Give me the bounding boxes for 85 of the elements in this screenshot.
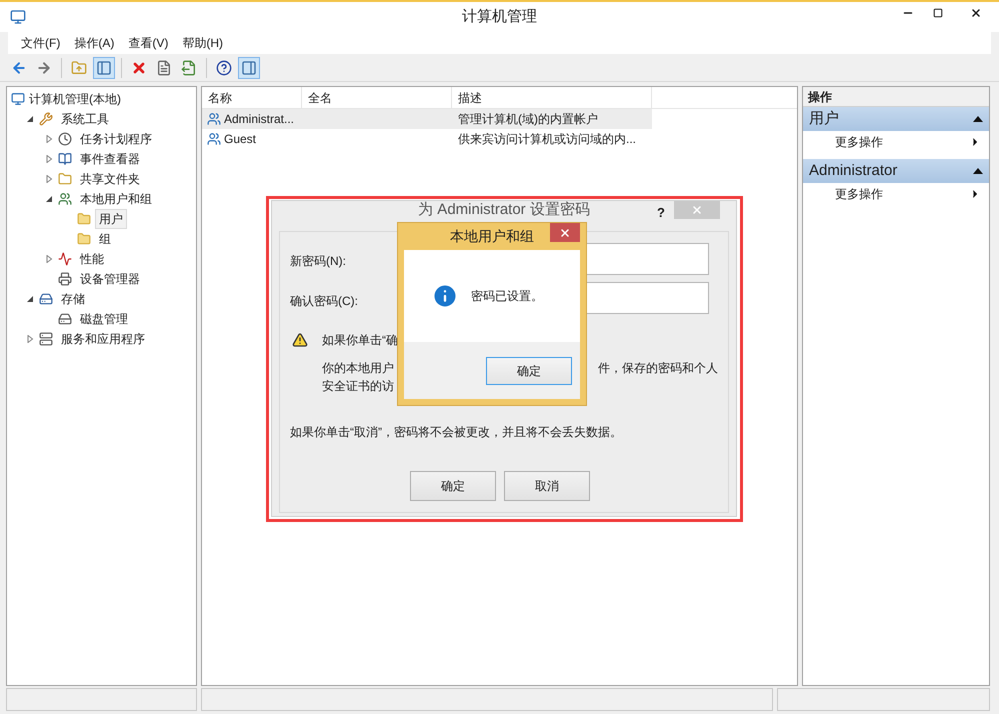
folder-icon — [77, 212, 91, 226]
user-icon — [207, 112, 221, 126]
field-label: 新密码(N): — [290, 253, 346, 270]
column-header[interactable]: 全名 — [302, 87, 452, 108]
dialog-button[interactable]: 确定 — [410, 471, 496, 501]
expanded-arrow-icon[interactable] — [26, 295, 34, 303]
message-text: 密码已设置。 — [471, 288, 543, 305]
input-field[interactable] — [586, 243, 709, 275]
close-icon — [970, 7, 982, 19]
menu-item[interactable]: 查看(V) — [123, 34, 174, 52]
input-field[interactable] — [586, 282, 709, 314]
tree-item[interactable]: 存储 — [57, 289, 89, 309]
action-item[interactable]: 更多操作 — [835, 185, 883, 203]
collapsed-arrow-icon[interactable] — [45, 135, 53, 143]
close-button[interactable] — [550, 223, 580, 242]
table-cell-text: 管理计算机(域)的内置帐户 — [457, 111, 598, 128]
folder-icon — [77, 232, 91, 246]
tree-item[interactable]: 计算机管理(本地) — [29, 90, 121, 108]
action-section-header[interactable]: 用户 — [803, 107, 989, 131]
action-item[interactable]: 更多操作 — [835, 133, 883, 151]
close-icon — [691, 204, 703, 216]
collapsed-arrow-icon[interactable] — [45, 155, 53, 163]
tree-item[interactable]: 用户 — [95, 209, 127, 229]
toolbar-button[interactable] — [238, 56, 260, 78]
field-label: 确认密码(C): — [290, 293, 358, 310]
dialog-title: 为 Administrator 设置密码 — [418, 201, 590, 219]
tree-item[interactable]: 组 — [95, 229, 115, 249]
tree-item[interactable]: 任务计划程序 — [76, 129, 156, 149]
dialog-button[interactable]: 取消 — [504, 471, 590, 501]
menu-item[interactable]: 文件(F) — [16, 34, 66, 52]
help-button[interactable]: ? — [654, 203, 668, 223]
tree-item[interactable]: 事件查看器 — [76, 149, 144, 169]
user-icon — [207, 132, 221, 146]
body-text: 安全证书的访 — [322, 378, 394, 395]
delete-icon — [131, 60, 147, 76]
collapsed-arrow-icon[interactable] — [45, 175, 53, 183]
cancel-note: 如果你单击“取消”，密码将不会被更改，并且将不会丢失数据。 — [290, 424, 622, 441]
menu-item[interactable]: 操作(A) — [69, 34, 120, 52]
panel-icon — [96, 60, 112, 76]
menu-item[interactable]: 帮助(H) — [177, 34, 228, 52]
body-text: 件，保存的密码和个人 — [598, 360, 718, 377]
computer-icon — [11, 92, 25, 106]
wrench-icon — [39, 112, 53, 126]
tree-item[interactable]: 本地用户和组 — [76, 189, 156, 209]
warning-icon — [292, 332, 308, 348]
table-cell-text: Guest — [224, 131, 256, 148]
document-icon — [156, 60, 172, 76]
table-cell-text: 供来宾访问计算机或访问域的内... — [457, 131, 636, 148]
tree-item[interactable]: 性能 — [76, 249, 108, 269]
folder-up-icon — [71, 60, 87, 76]
collapsed-arrow-icon[interactable] — [45, 255, 53, 263]
tree-item[interactable]: 共享文件夹 — [76, 169, 144, 189]
close-icon — [559, 226, 571, 238]
shared-folder-icon — [58, 172, 72, 186]
computer-icon — [10, 9, 26, 25]
help-icon — [216, 60, 232, 76]
window-title: 计算机管理 — [462, 6, 537, 27]
clock-icon — [58, 132, 72, 146]
ok-button[interactable]: 确定 — [486, 356, 572, 384]
collapsed-arrow-icon[interactable] — [26, 335, 34, 343]
tree-item[interactable]: 服务和应用程序 — [57, 329, 149, 349]
action-section-header[interactable]: Administrator — [803, 159, 989, 183]
table-cell-text: Administrat... — [224, 111, 294, 128]
server-icon — [39, 332, 53, 346]
column-header[interactable]: 描述 — [452, 87, 652, 108]
maximize-icon — [933, 8, 943, 18]
toolbar-button[interactable] — [93, 56, 115, 78]
actions-header: 操作 — [803, 87, 989, 107]
expanded-arrow-icon[interactable] — [45, 195, 53, 203]
log-book-icon — [58, 152, 72, 166]
column-header[interactable]: 名称 — [202, 87, 302, 108]
users-icon — [58, 192, 72, 206]
table-row[interactable]: Guest 供来宾访问计算机或访问域的内... — [202, 129, 652, 149]
panel-icon — [241, 60, 257, 76]
device-icon — [58, 272, 72, 286]
tree-item[interactable]: 设备管理器 — [76, 269, 144, 289]
tree-item[interactable]: 系统工具 — [57, 109, 113, 129]
message-box-title: 本地用户和组 — [450, 227, 534, 246]
body-text: 你的本地用户 — [322, 360, 394, 377]
table-row[interactable]: Administrat... 管理计算机(域)的内置帐户 — [202, 109, 652, 129]
warning-text: 如果你单击“确 — [322, 332, 398, 349]
export-icon — [181, 60, 197, 76]
storage-icon — [39, 292, 53, 306]
expanded-arrow-icon[interactable] — [26, 115, 34, 123]
tree-item[interactable]: 磁盘管理 — [76, 309, 132, 329]
